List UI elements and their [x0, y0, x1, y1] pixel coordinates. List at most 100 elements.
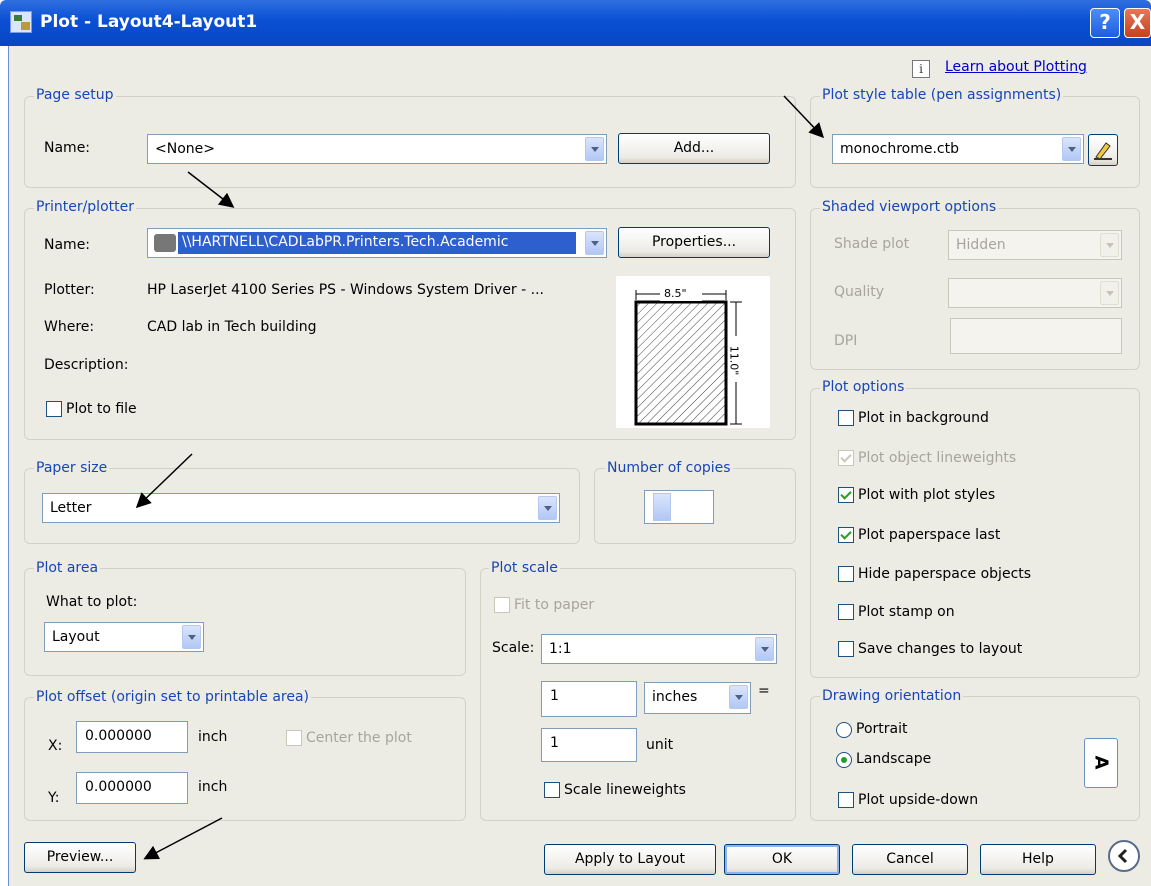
plot-area-label: Plot area — [34, 560, 101, 576]
paper-size-select[interactable]: Letter — [42, 493, 560, 523]
plot-option-label: Plot paperspace last — [858, 527, 1001, 543]
plot-option-checkbox[interactable] — [838, 410, 854, 426]
quality-select[interactable] — [948, 278, 1122, 308]
printer-name-value: \\HARTNELL\CADLabPR.Printers.Tech.Academ… — [178, 232, 576, 254]
dpi-input[interactable] — [950, 318, 1122, 354]
offset-x-input[interactable]: 0.000000 — [76, 721, 188, 753]
drawing-units-input[interactable]: 1 — [541, 728, 637, 762]
chevron-down-icon[interactable] — [538, 496, 557, 520]
page-setup-name-select[interactable]: <None> — [147, 134, 607, 164]
chevron-down-icon[interactable] — [755, 637, 774, 661]
paper-preview: 8.5" 11.0" — [616, 276, 770, 428]
properties-button[interactable]: Properties... — [618, 227, 770, 258]
center-plot-checkbox[interactable] — [286, 730, 302, 746]
paper-preview-diagram — [634, 287, 743, 426]
window-title: Plot - Layout4-Layout1 — [40, 12, 258, 32]
printer-icon — [154, 234, 176, 252]
shade-plot-label: Shade plot — [834, 236, 910, 252]
offset-x-unit: inch — [198, 729, 228, 745]
scale-select[interactable]: 1:1 — [541, 634, 777, 664]
plot-scale-label: Plot scale — [489, 560, 560, 576]
offset-y-input[interactable]: 0.000000 — [76, 772, 188, 804]
page-setup-name-label: Name: — [44, 140, 91, 156]
plot-style-label: Plot style table (pen assignments) — [820, 87, 1064, 103]
chevron-down-icon[interactable] — [1100, 233, 1119, 257]
plot-to-file-label: Plot to file — [66, 401, 137, 417]
chevron-down-icon[interactable] — [729, 685, 748, 709]
plotter-label: Plotter: — [44, 282, 95, 298]
plot-option-checkbox[interactable] — [838, 566, 854, 582]
preview-button[interactable]: Preview... — [24, 842, 136, 873]
fit-to-paper-checkbox[interactable] — [494, 597, 510, 613]
chevron-down-icon[interactable] — [1062, 137, 1081, 161]
apply-to-layout-button[interactable]: Apply to Layout — [544, 844, 716, 875]
landscape-orientation-icon: A — [1084, 738, 1118, 788]
plot-upside-down-checkbox[interactable] — [838, 792, 854, 808]
plot-option-label: Hide paperspace objects — [858, 566, 1032, 582]
plot-option-checkbox[interactable] — [838, 604, 854, 620]
dpi-label: DPI — [834, 333, 858, 349]
stepper-arrows-icon[interactable] — [653, 493, 671, 521]
plot-upside-down-label: Plot upside-down — [858, 792, 979, 808]
offset-x-label: X: — [48, 738, 63, 754]
title-bar: Plot - Layout4-Layout1 ? X — [0, 0, 1151, 46]
drawing-unit-label: unit — [646, 737, 674, 753]
info-icon: i — [912, 60, 930, 78]
edit-plot-style-icon[interactable] — [1088, 134, 1118, 166]
page-setup-label: Page setup — [34, 87, 116, 103]
chevron-down-icon[interactable] — [182, 625, 201, 649]
plot-option-label: Plot object lineweights — [858, 450, 1017, 466]
plot-option-checkbox[interactable] — [838, 450, 854, 466]
ok-button[interactable]: OK — [724, 844, 840, 875]
printer-name-select[interactable]: \\HARTNELL\CADLabPR.Printers.Tech.Academ… — [147, 228, 607, 258]
scale-lineweights-label: Scale lineweights — [564, 782, 686, 798]
plot-option-label: Plot in background — [858, 410, 989, 426]
add-button[interactable]: Add... — [618, 133, 770, 164]
printer-name-label: Name: — [44, 237, 91, 253]
chevron-down-icon[interactable] — [585, 137, 604, 161]
copies-label: Number of copies — [605, 460, 733, 476]
app-icon — [10, 11, 32, 33]
offset-y-label: Y: — [48, 790, 60, 806]
plotter-value: HP LaserJet 4100 Series PS - Windows Sys… — [147, 282, 544, 298]
chevron-down-icon[interactable] — [1100, 281, 1119, 305]
fit-to-paper-label: Fit to paper — [514, 597, 595, 613]
help-icon[interactable]: ? — [1090, 8, 1120, 38]
paper-units-input[interactable]: 1 — [541, 681, 637, 717]
what-to-plot-select[interactable]: Layout — [44, 622, 204, 652]
plot-option-label: Plot with plot styles — [858, 487, 996, 503]
cancel-button[interactable]: Cancel — [852, 844, 968, 875]
plot-option-checkbox[interactable] — [838, 527, 854, 543]
scale-lineweights-checkbox[interactable] — [544, 782, 560, 798]
landscape-label: Landscape — [856, 751, 932, 767]
portrait-radio[interactable] — [836, 722, 852, 738]
landscape-radio[interactable] — [836, 752, 852, 768]
printer-plotter-label: Printer/plotter — [34, 199, 136, 215]
learn-about-plotting-link[interactable]: Learn about Plotting — [945, 59, 1087, 75]
plot-option-label: Plot stamp on — [858, 604, 955, 620]
collapse-options-icon[interactable] — [1108, 840, 1140, 872]
close-icon[interactable]: X — [1124, 8, 1151, 38]
plot-style-select[interactable]: monochrome.ctb — [832, 134, 1084, 164]
drawing-orientation-label: Drawing orientation — [820, 688, 964, 704]
plot-option-label: Save changes to layout — [858, 641, 1023, 657]
quality-label: Quality — [834, 284, 885, 300]
chevron-down-icon[interactable] — [585, 231, 604, 255]
shade-plot-select[interactable]: Hidden — [948, 230, 1122, 260]
plot-to-file-checkbox[interactable] — [46, 401, 62, 417]
center-plot-label: Center the plot — [306, 730, 412, 746]
description-label: Description: — [44, 357, 129, 373]
portrait-label: Portrait — [856, 721, 908, 737]
plot-option-checkbox[interactable] — [838, 487, 854, 503]
scale-label: Scale: — [492, 640, 535, 656]
offset-y-unit: inch — [198, 779, 228, 795]
equals-sign: = — [758, 683, 770, 699]
plot-option-checkbox[interactable] — [838, 641, 854, 657]
shaded-viewport-label: Shaded viewport options — [820, 199, 999, 215]
what-to-plot-label: What to plot: — [46, 594, 138, 610]
preview-height-label: 11.0" — [727, 345, 741, 376]
copies-stepper[interactable]: 1 — [644, 490, 714, 524]
units-select[interactable]: inches — [644, 682, 751, 714]
preview-width-label: 8.5" — [664, 287, 687, 300]
help-button[interactable]: Help — [980, 844, 1096, 875]
